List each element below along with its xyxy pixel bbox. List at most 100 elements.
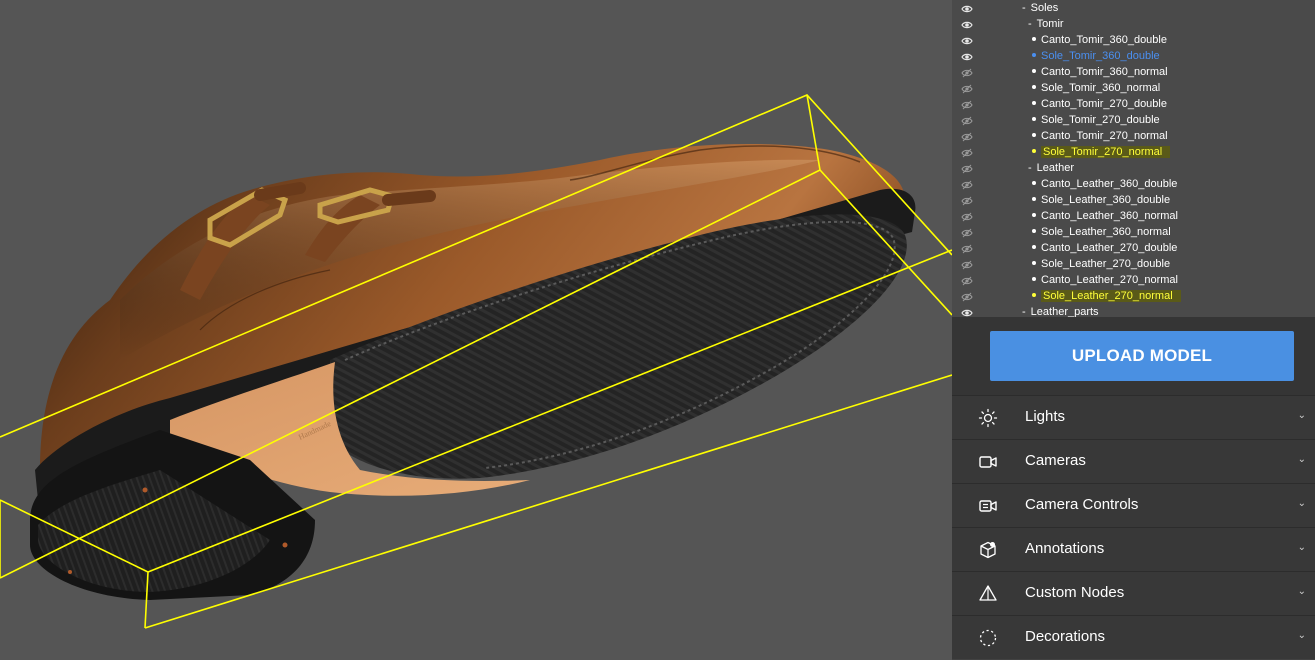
- tree-item-label[interactable]: Sole_Tomir_270_double: [1032, 112, 1160, 128]
- tree-item-text: Tomir: [1036, 18, 1064, 30]
- 3d-viewport[interactable]: Handmade: [0, 0, 952, 660]
- tree-node-row[interactable]: Sole_Tomir_360_double: [952, 48, 1315, 64]
- section-label: Custom Nodes: [1025, 584, 1125, 601]
- tree-item-label[interactable]: Sole_Leather_360_normal: [1032, 224, 1171, 240]
- eye-hidden-icon[interactable]: [961, 147, 973, 158]
- eye-hidden-icon[interactable]: [961, 83, 973, 94]
- tree-item-text: Canto_Leather_360_normal: [1041, 210, 1178, 222]
- scene-canvas[interactable]: Handmade: [0, 0, 952, 660]
- tree-item-label[interactable]: Canto_Tomir_360_normal: [1032, 64, 1168, 80]
- tree-node-row[interactable]: Canto_Leather_270_double: [952, 240, 1315, 256]
- tree-group-row[interactable]: - Leather: [952, 160, 1315, 176]
- tree-item-label[interactable]: Sole_Tomir_270_normal: [1032, 144, 1171, 160]
- tree-node-row[interactable]: Canto_Tomir_270_normal: [952, 128, 1315, 144]
- section-cameras[interactable]: Cameras ⌄: [952, 439, 1315, 483]
- video-camera-icon: [978, 452, 998, 472]
- eye-hidden-icon[interactable]: [961, 195, 973, 206]
- tree-node-row[interactable]: Sole_Tomir_270_double: [952, 112, 1315, 128]
- tree-group-row[interactable]: - Soles: [952, 0, 1315, 16]
- eye-hidden-icon[interactable]: [961, 67, 973, 78]
- eye-icon[interactable]: [961, 3, 973, 13]
- tree-node-row[interactable]: Sole_Tomir_360_normal: [952, 80, 1315, 96]
- tree-item-label[interactable]: Canto_Tomir_360_double: [1032, 32, 1167, 48]
- eye-icon[interactable]: [961, 35, 973, 45]
- bullet-icon: [1032, 133, 1036, 138]
- bullet-icon: [1032, 69, 1036, 74]
- eye-hidden-icon[interactable]: [961, 131, 973, 142]
- bullet-icon: [1032, 37, 1036, 42]
- tree-item-label[interactable]: Sole_Leather_270_double: [1032, 256, 1170, 272]
- tree-item-text: Canto_Leather_360_double: [1041, 178, 1178, 190]
- tree-item-label[interactable]: Sole_Tomir_360_normal: [1032, 80, 1160, 96]
- section-custom-nodes[interactable]: Custom Nodes ⌄: [952, 571, 1315, 615]
- section-lights[interactable]: Lights ⌄: [952, 395, 1315, 439]
- eye-hidden-icon[interactable]: [961, 179, 973, 190]
- chevron-down-icon[interactable]: ⌄: [1298, 630, 1306, 641]
- eye-hidden-icon[interactable]: [961, 211, 973, 222]
- tree-node-row[interactable]: Sole_Leather_270_double: [952, 256, 1315, 272]
- tree-item-label[interactable]: Canto_Leather_360_normal: [1032, 208, 1178, 224]
- section-camera-controls[interactable]: Camera Controls ⌄: [952, 483, 1315, 527]
- tree-item-text: Sole_Tomir_360_double: [1041, 50, 1160, 62]
- tree-node-row[interactable]: Sole_Leather_360_double: [952, 192, 1315, 208]
- tree-item-label[interactable]: Sole_Tomir_360_double: [1032, 48, 1160, 64]
- bullet-icon: [1032, 229, 1036, 234]
- tree-item-label[interactable]: - Soles: [1022, 0, 1058, 16]
- tree-node-row[interactable]: Sole_Leather_270_normal: [952, 288, 1315, 304]
- tree-item-label[interactable]: Canto_Tomir_270_double: [1032, 96, 1167, 112]
- tree-node-row[interactable]: Canto_Leather_360_double: [952, 176, 1315, 192]
- eye-hidden-icon[interactable]: [961, 99, 973, 110]
- camera-controls-icon: [978, 496, 998, 516]
- tree-item-label[interactable]: Sole_Leather_360_double: [1032, 192, 1170, 208]
- chevron-down-icon[interactable]: ⌄: [1298, 586, 1306, 597]
- bullet-icon: [1032, 149, 1036, 154]
- tree-group-row[interactable]: - Leather_parts: [952, 304, 1315, 317]
- tree-item-label[interactable]: Canto_Tomir_270_normal: [1032, 128, 1168, 144]
- bullet-icon: [1032, 117, 1036, 122]
- collapse-dash-icon[interactable]: -: [1028, 18, 1032, 30]
- tree-item-label[interactable]: Canto_Leather_270_normal: [1032, 272, 1178, 288]
- eye-icon[interactable]: [961, 19, 973, 29]
- tree-node-row[interactable]: Sole_Leather_360_normal: [952, 224, 1315, 240]
- bullet-icon: [1032, 293, 1036, 298]
- tree-item-label[interactable]: - Leather_parts: [1022, 304, 1099, 317]
- bullet-icon: [1032, 101, 1036, 106]
- tree-node-row[interactable]: Sole_Tomir_270_normal: [952, 144, 1315, 160]
- tree-node-row[interactable]: Canto_Tomir_270_double: [952, 96, 1315, 112]
- eye-hidden-icon[interactable]: [961, 115, 973, 126]
- tree-item-text: Sole_Leather_270_normal: [1041, 290, 1181, 302]
- eye-hidden-icon[interactable]: [961, 275, 973, 286]
- collapse-dash-icon[interactable]: -: [1022, 306, 1026, 317]
- tree-node-row[interactable]: Canto_Leather_360_normal: [952, 208, 1315, 224]
- upload-model-button[interactable]: UPLOAD MODEL: [990, 331, 1294, 381]
- tree-item-label[interactable]: - Tomir: [1028, 16, 1064, 32]
- collapse-dash-icon[interactable]: -: [1022, 2, 1026, 14]
- tree-item-label[interactable]: Sole_Leather_270_normal: [1032, 288, 1181, 304]
- tree-node-row[interactable]: Canto_Leather_270_normal: [952, 272, 1315, 288]
- collapse-dash-icon[interactable]: -: [1028, 162, 1032, 174]
- chevron-down-icon[interactable]: ⌄: [1298, 410, 1306, 421]
- chevron-down-icon[interactable]: ⌄: [1298, 542, 1306, 553]
- tree-group-row[interactable]: - Tomir: [952, 16, 1315, 32]
- tree-node-row[interactable]: Canto_Tomir_360_normal: [952, 64, 1315, 80]
- eye-hidden-icon[interactable]: [961, 291, 973, 302]
- tree-item-text: Sole_Tomir_270_normal: [1041, 146, 1171, 158]
- eye-icon[interactable]: [961, 51, 973, 61]
- tree-item-text: Sole_Leather_360_normal: [1041, 226, 1171, 238]
- tree-item-label[interactable]: - Leather: [1028, 160, 1074, 176]
- section-annotations[interactable]: Annotations ⌄: [952, 527, 1315, 571]
- chevron-down-icon[interactable]: ⌄: [1298, 454, 1306, 465]
- eye-hidden-icon[interactable]: [961, 243, 973, 254]
- tree-item-label[interactable]: Canto_Leather_360_double: [1032, 176, 1177, 192]
- section-decorations[interactable]: Decorations ⌄: [952, 615, 1315, 659]
- scene-tree[interactable]: - Soles - Tomir Canto_Tomir_360_double Sole_T…: [952, 0, 1315, 317]
- tree-node-row[interactable]: Canto_Tomir_360_double: [952, 32, 1315, 48]
- eye-hidden-icon[interactable]: [961, 163, 973, 174]
- bullet-icon: [1032, 53, 1036, 58]
- tree-item-text: Canto_Tomir_360_normal: [1041, 66, 1168, 78]
- chevron-down-icon[interactable]: ⌄: [1298, 498, 1306, 509]
- eye-icon[interactable]: [961, 307, 973, 317]
- eye-hidden-icon[interactable]: [961, 227, 973, 238]
- tree-item-label[interactable]: Canto_Leather_270_double: [1032, 240, 1177, 256]
- eye-hidden-icon[interactable]: [961, 259, 973, 270]
